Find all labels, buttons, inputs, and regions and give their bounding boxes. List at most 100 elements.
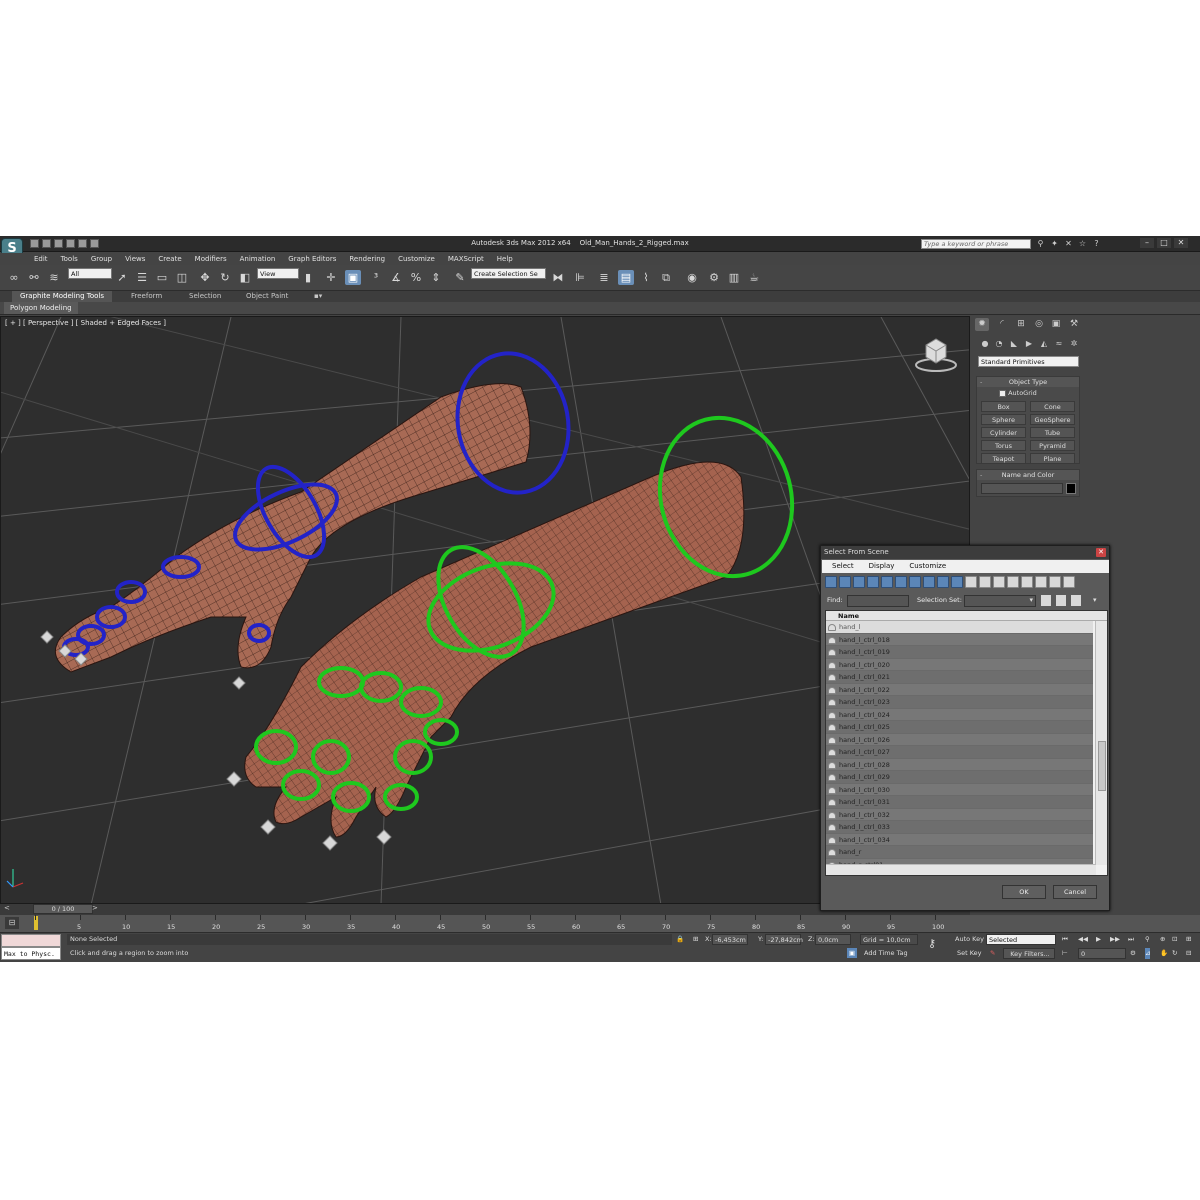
list-item[interactable]: hand_l_ctrl_027 (826, 746, 1093, 759)
favorites-icon[interactable]: ☆ (1078, 239, 1087, 248)
filter-invert-icon[interactable] (1021, 576, 1033, 588)
align-icon[interactable]: ⊫ (572, 270, 588, 285)
zoom-extents-all-icon[interactable]: ⊞ (1186, 934, 1191, 945)
ribbon-options-icon[interactable]: ▪▾ (314, 291, 322, 302)
sphere-button[interactable]: Sphere (981, 414, 1026, 425)
modify-tab-icon[interactable]: ◜ (995, 318, 1009, 331)
select-object-icon[interactable]: ➚ (114, 270, 130, 285)
tube-button[interactable]: Tube (1030, 427, 1075, 438)
object-type-title[interactable]: Object Type (977, 377, 1079, 387)
auto-key-button[interactable]: Auto Key (955, 934, 984, 945)
viewport-label[interactable]: [ + ] [ Perspective ] [ Shaded + Edged F… (5, 319, 166, 327)
menu-group[interactable]: Group (91, 253, 112, 265)
previous-frame-icon[interactable]: ◀◀ (1078, 934, 1088, 945)
orbit-icon[interactable]: ↻ (1172, 948, 1177, 959)
filter-lights-icon[interactable] (853, 576, 865, 588)
menu-views[interactable]: Views (125, 253, 145, 265)
next-frame-icon[interactable]: ▶▶ (1110, 934, 1120, 945)
plane-button[interactable]: Plane (1030, 453, 1075, 464)
open-file-icon[interactable] (42, 239, 51, 248)
percent-snap-icon[interactable]: % (408, 270, 424, 285)
filter-frozen-icon[interactable] (965, 576, 977, 588)
ok-button[interactable]: OK (1002, 885, 1046, 899)
select-manipulate-icon[interactable]: ✛ (323, 270, 339, 285)
link-icon[interactable]: ∞ (6, 270, 22, 285)
filter-geometry-icon[interactable] (825, 576, 837, 588)
cylinder-button[interactable]: Cylinder (981, 427, 1026, 438)
list-vertical-scrollbar[interactable] (1095, 621, 1107, 865)
zoom-all-icon[interactable]: ⊕ (1160, 934, 1165, 945)
systems-icon[interactable]: ✲ (1068, 338, 1080, 350)
named-selection-set-dropdown[interactable]: Create Selection Se (471, 268, 546, 279)
tab-selection[interactable]: Selection (189, 291, 221, 302)
list-item[interactable]: hand_l_ctrl_031 (826, 796, 1093, 809)
lights-icon[interactable]: ◣ (1008, 338, 1020, 350)
redo-icon[interactable] (78, 239, 87, 248)
keyboard-shortcut-override-icon[interactable]: ▣ (345, 270, 361, 285)
dialog-title-bar[interactable]: Select From Scene ✕ (821, 546, 1109, 559)
field-of-view-icon[interactable]: ⊿ (1145, 948, 1151, 959)
infocenter-search-input[interactable]: Type a keyword or phrase (921, 239, 1031, 249)
edit-named-selection-icon[interactable]: ✎ (452, 270, 468, 285)
list-item[interactable]: hand_l_ctrl_028 (826, 758, 1093, 771)
menu-edit[interactable]: Edit (34, 253, 48, 265)
undo-icon[interactable] (66, 239, 75, 248)
current-frame-field[interactable]: 0 (1078, 948, 1126, 959)
time-tag-icon[interactable]: ▣ (847, 948, 857, 958)
pyramid-button[interactable]: Pyramid (1030, 440, 1075, 451)
tab-freeform[interactable]: Freeform (131, 291, 162, 302)
unlink-icon[interactable]: ⚯ (26, 270, 42, 285)
name-column-header[interactable]: Name (826, 611, 1107, 621)
filter-containers-icon[interactable] (951, 576, 963, 588)
list-item[interactable]: hand_l_ctrl_022 (826, 683, 1093, 696)
menu-modifiers[interactable]: Modifiers (195, 253, 227, 265)
lock-selection-icon[interactable]: 🔒 (676, 934, 684, 945)
new-file-icon[interactable] (30, 239, 39, 248)
dialog-menu-display[interactable]: Display (869, 560, 895, 573)
play-icon[interactable]: ▶ (1096, 934, 1101, 945)
list-item[interactable]: hand_r (826, 846, 1093, 859)
menu-animation[interactable]: Animation (240, 253, 276, 265)
teapot-button[interactable]: Teapot (981, 453, 1026, 464)
scale-icon[interactable]: ◧ (237, 270, 253, 285)
set-key-button[interactable]: Set Key (957, 948, 982, 959)
display-tab-icon[interactable]: ▣ (1049, 318, 1063, 331)
scene-object-list[interactable]: Name hand_l hand_l_ctrl_018 hand_l_ctrl_01… (825, 610, 1108, 876)
filter-bones-icon[interactable] (937, 576, 949, 588)
menu-maxscript[interactable]: MAXScript (448, 253, 484, 265)
filter-helpers-icon[interactable] (881, 576, 893, 588)
list-item[interactable]: hand_l_ctrl_032 (826, 808, 1093, 821)
list-item[interactable]: hand_l_ctrl_030 (826, 783, 1093, 796)
time-slider-left-arrow-icon[interactable]: < (4, 904, 10, 912)
set-key-icon[interactable]: ⚷ (928, 938, 936, 949)
list-item[interactable]: hand_l_ctrl_034 (826, 833, 1093, 846)
maxscript-mini-listener[interactable]: Max to Physc. (1, 947, 61, 960)
dialog-menu-select[interactable]: Select (832, 560, 854, 573)
pan-icon[interactable]: ✋ (1160, 948, 1168, 959)
cone-button[interactable]: Cone (1030, 401, 1075, 412)
filter-shapes-icon[interactable] (839, 576, 851, 588)
layer-manager-icon[interactable]: ≣ (596, 270, 612, 285)
dialog-menu-customize[interactable]: Customize (909, 560, 946, 573)
time-slider-right-arrow-icon[interactable]: > (92, 904, 98, 912)
communication-icon[interactable]: ✕ (1064, 239, 1073, 248)
render-teapot-icon[interactable]: ☕ (746, 270, 762, 285)
bind-spacewarp-icon[interactable]: ≋ (46, 270, 62, 285)
filter-groups-icon[interactable] (909, 576, 921, 588)
tab-graphite-modeling-tools[interactable]: Graphite Modeling Tools (12, 291, 113, 302)
geometry-icon[interactable]: ● (979, 338, 991, 350)
edit-selection-set-icon[interactable] (1071, 595, 1081, 606)
dialog-close-icon[interactable]: ✕ (1096, 548, 1106, 557)
close-icon[interactable]: ✕ (1174, 238, 1188, 248)
x-coordinate-field[interactable]: -6,453cm (712, 934, 748, 945)
key-mode-dropdown[interactable]: Selected (986, 934, 1056, 945)
pivot-center-icon[interactable]: ▮ (300, 270, 316, 285)
list-item[interactable]: hand_l_ctrl_026 (826, 733, 1093, 746)
cancel-button[interactable]: Cancel (1053, 885, 1097, 899)
z-coordinate-field[interactable]: 0,0cm (815, 934, 851, 945)
zoom-extents-icon[interactable]: ⊡ (1172, 934, 1177, 945)
menu-graph-editors[interactable]: Graph Editors (288, 253, 336, 265)
reference-coordinate-dropdown[interactable]: View (257, 268, 299, 279)
list-scroll-thumb[interactable] (1098, 741, 1106, 791)
binoculars-icon[interactable]: ⚲ (1036, 239, 1045, 248)
